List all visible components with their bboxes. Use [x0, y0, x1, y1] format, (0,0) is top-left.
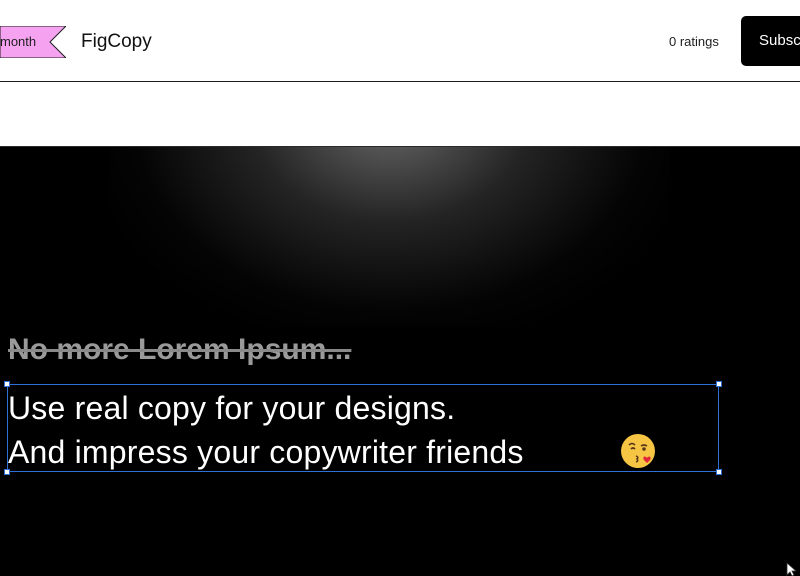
hero-banner: No more Lorem Ipsum... Use real copy for… — [0, 147, 800, 576]
ribbon-label: month — [0, 34, 37, 49]
selection-handle-bottom-right — [716, 469, 722, 475]
pricing-ribbon[interactable]: month — [0, 26, 66, 58]
header-spacer — [0, 82, 800, 147]
struck-headline: No more Lorem Ipsum... — [8, 333, 352, 366]
app-title: FigCopy — [81, 31, 152, 52]
selection-handle-top-right — [716, 381, 722, 387]
kissing-face-emoji-icon — [621, 434, 655, 468]
top-bar: month FigCopy 0 ratings Subscribe — [0, 0, 800, 82]
hero-line-1: Use real copy for your designs. — [8, 390, 456, 426]
spotlight-glow — [110, 147, 670, 327]
mouse-cursor-icon — [786, 562, 798, 576]
subscribe-button[interactable]: Subscribe — [741, 16, 800, 66]
ratings-count[interactable]: 0 ratings — [669, 34, 719, 50]
hero-line-2: And impress your copywriter friends — [8, 434, 524, 470]
